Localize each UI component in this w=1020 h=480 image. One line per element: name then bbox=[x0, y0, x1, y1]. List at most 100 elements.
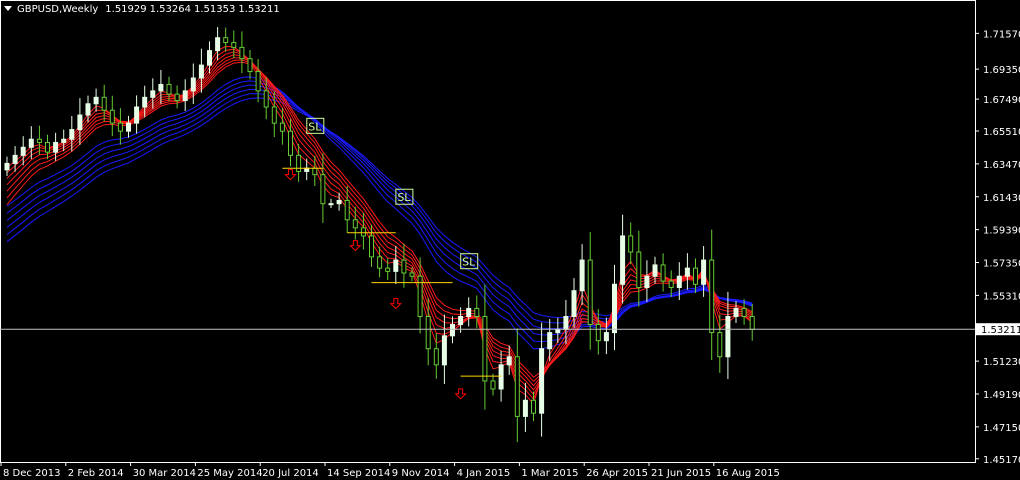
candle-body bbox=[93, 96, 99, 105]
candle-body bbox=[360, 227, 366, 237]
chart-menu-arrow-icon[interactable] bbox=[4, 6, 12, 11]
y-tick-label: 1.65510 bbox=[983, 127, 1020, 138]
ribbon-slow-group bbox=[6, 76, 753, 350]
candle-body bbox=[117, 122, 123, 132]
candle-body bbox=[198, 64, 204, 79]
candle-body bbox=[425, 315, 431, 350]
ribbon-fast-line bbox=[6, 51, 753, 396]
y-tick-label: 1.71570 bbox=[983, 29, 1020, 40]
x-tick-label: 1 Mar 2015 bbox=[521, 468, 578, 479]
candle-body bbox=[352, 219, 358, 229]
y-tick-label: 1.47150 bbox=[983, 423, 1020, 434]
candle-body bbox=[344, 199, 350, 221]
candle-body bbox=[12, 154, 18, 164]
sell-arrow-icon bbox=[284, 169, 297, 181]
axes-group: 1.71570 1.69350 1.67490 1.65510 1.63470 1.614… bbox=[0, 0, 1020, 479]
y-tick-label: 1.69350 bbox=[983, 65, 1020, 76]
x-tick-label: 2 Feb 2014 bbox=[68, 468, 124, 479]
candle-body bbox=[652, 264, 658, 277]
y-tick-label: 1.63470 bbox=[983, 160, 1020, 171]
candle-body bbox=[385, 267, 391, 272]
x-tick-label: 26 Apr 2015 bbox=[586, 468, 648, 479]
candle-body bbox=[595, 324, 601, 342]
candle-body bbox=[660, 264, 666, 282]
candle-body bbox=[53, 141, 59, 153]
symbol-label: GBPUSD,Weekly bbox=[17, 4, 99, 15]
candle-body bbox=[603, 332, 609, 342]
sell-arrow-icon bbox=[454, 388, 467, 400]
current-price-label: 1.53211 bbox=[981, 325, 1020, 336]
candle-body bbox=[109, 109, 115, 124]
candle-body bbox=[676, 275, 682, 288]
candle-body bbox=[684, 267, 690, 277]
candle-body bbox=[717, 332, 723, 358]
candle-body bbox=[134, 106, 140, 124]
candle-body bbox=[288, 130, 293, 156]
chart-canvas[interactable]: SL SL SL 1.71570 1.69350 1.67490 1.65510 1.634… bbox=[0, 0, 1020, 480]
candle-body bbox=[85, 103, 91, 116]
high-value: 1.53264 bbox=[149, 4, 191, 15]
ribbon-fast-line bbox=[6, 59, 753, 383]
candle-body bbox=[450, 324, 455, 337]
ribbon-fast-group bbox=[6, 45, 753, 405]
y-tick-label: 1.67490 bbox=[983, 95, 1020, 106]
candle-body bbox=[498, 364, 504, 390]
candle-body bbox=[733, 307, 739, 317]
candle-body bbox=[377, 256, 383, 269]
x-tick-label: 25 May 2014 bbox=[197, 468, 262, 479]
candle-body bbox=[239, 46, 245, 60]
candle-body bbox=[215, 37, 221, 52]
candle-body bbox=[441, 335, 447, 366]
candle-body bbox=[620, 235, 626, 285]
low-value: 1.51353 bbox=[194, 4, 236, 15]
y-tick-label: 1.59390 bbox=[983, 226, 1020, 237]
sl-label: SL bbox=[308, 120, 322, 133]
candle-body bbox=[579, 259, 585, 292]
x-tick-label: 16 Aug 2015 bbox=[716, 468, 780, 479]
candle-body bbox=[490, 380, 496, 390]
x-tick-label: 4 Jan 2015 bbox=[457, 468, 511, 479]
candle-body bbox=[255, 71, 261, 92]
candle-body bbox=[514, 356, 520, 417]
ribbon-fast-line bbox=[6, 45, 753, 405]
candle-body bbox=[182, 90, 188, 102]
candle-body bbox=[741, 307, 747, 317]
y-tick-label: 1.45170 bbox=[983, 455, 1020, 466]
chart-window[interactable]: SL SL SL 1.71570 1.69350 1.67490 1.65510 1.634… bbox=[0, 0, 1020, 480]
candle-body bbox=[474, 307, 480, 317]
x-tick-label: 21 Jun 2015 bbox=[651, 468, 711, 479]
x-tick-label: 30 Mar 2014 bbox=[133, 468, 196, 479]
candle-body bbox=[45, 141, 50, 153]
candle-body bbox=[401, 259, 407, 274]
candle-body bbox=[709, 259, 715, 334]
x-tick-label: 14 Sep 2014 bbox=[327, 468, 390, 479]
candle-body bbox=[207, 50, 212, 66]
candle-body bbox=[482, 315, 488, 382]
candle-body bbox=[336, 199, 342, 205]
candle-body bbox=[150, 90, 156, 98]
candle-body bbox=[126, 122, 131, 132]
candle-body bbox=[409, 272, 415, 277]
candle-body bbox=[247, 58, 253, 73]
y-tick-label: 1.61430 bbox=[983, 193, 1020, 204]
sell-arrow-icon bbox=[349, 240, 362, 252]
candle-body bbox=[506, 356, 512, 366]
ribbon-slow-line bbox=[6, 76, 753, 350]
candle-body bbox=[466, 307, 472, 317]
candle-body bbox=[61, 138, 67, 143]
candle-body bbox=[77, 114, 83, 131]
candle-body bbox=[158, 83, 164, 92]
candle-body bbox=[263, 90, 269, 108]
candle-body bbox=[701, 259, 707, 285]
candle-body bbox=[312, 167, 318, 176]
candle-body bbox=[279, 122, 285, 132]
candle-body bbox=[644, 275, 650, 288]
candle-body bbox=[4, 162, 10, 171]
candle-body bbox=[725, 315, 731, 358]
candle-body bbox=[320, 174, 326, 205]
candle-body bbox=[587, 259, 593, 326]
candle-body bbox=[328, 203, 334, 206]
candle-body bbox=[296, 154, 302, 172]
candle-body bbox=[693, 267, 698, 285]
candle-body bbox=[571, 290, 577, 317]
